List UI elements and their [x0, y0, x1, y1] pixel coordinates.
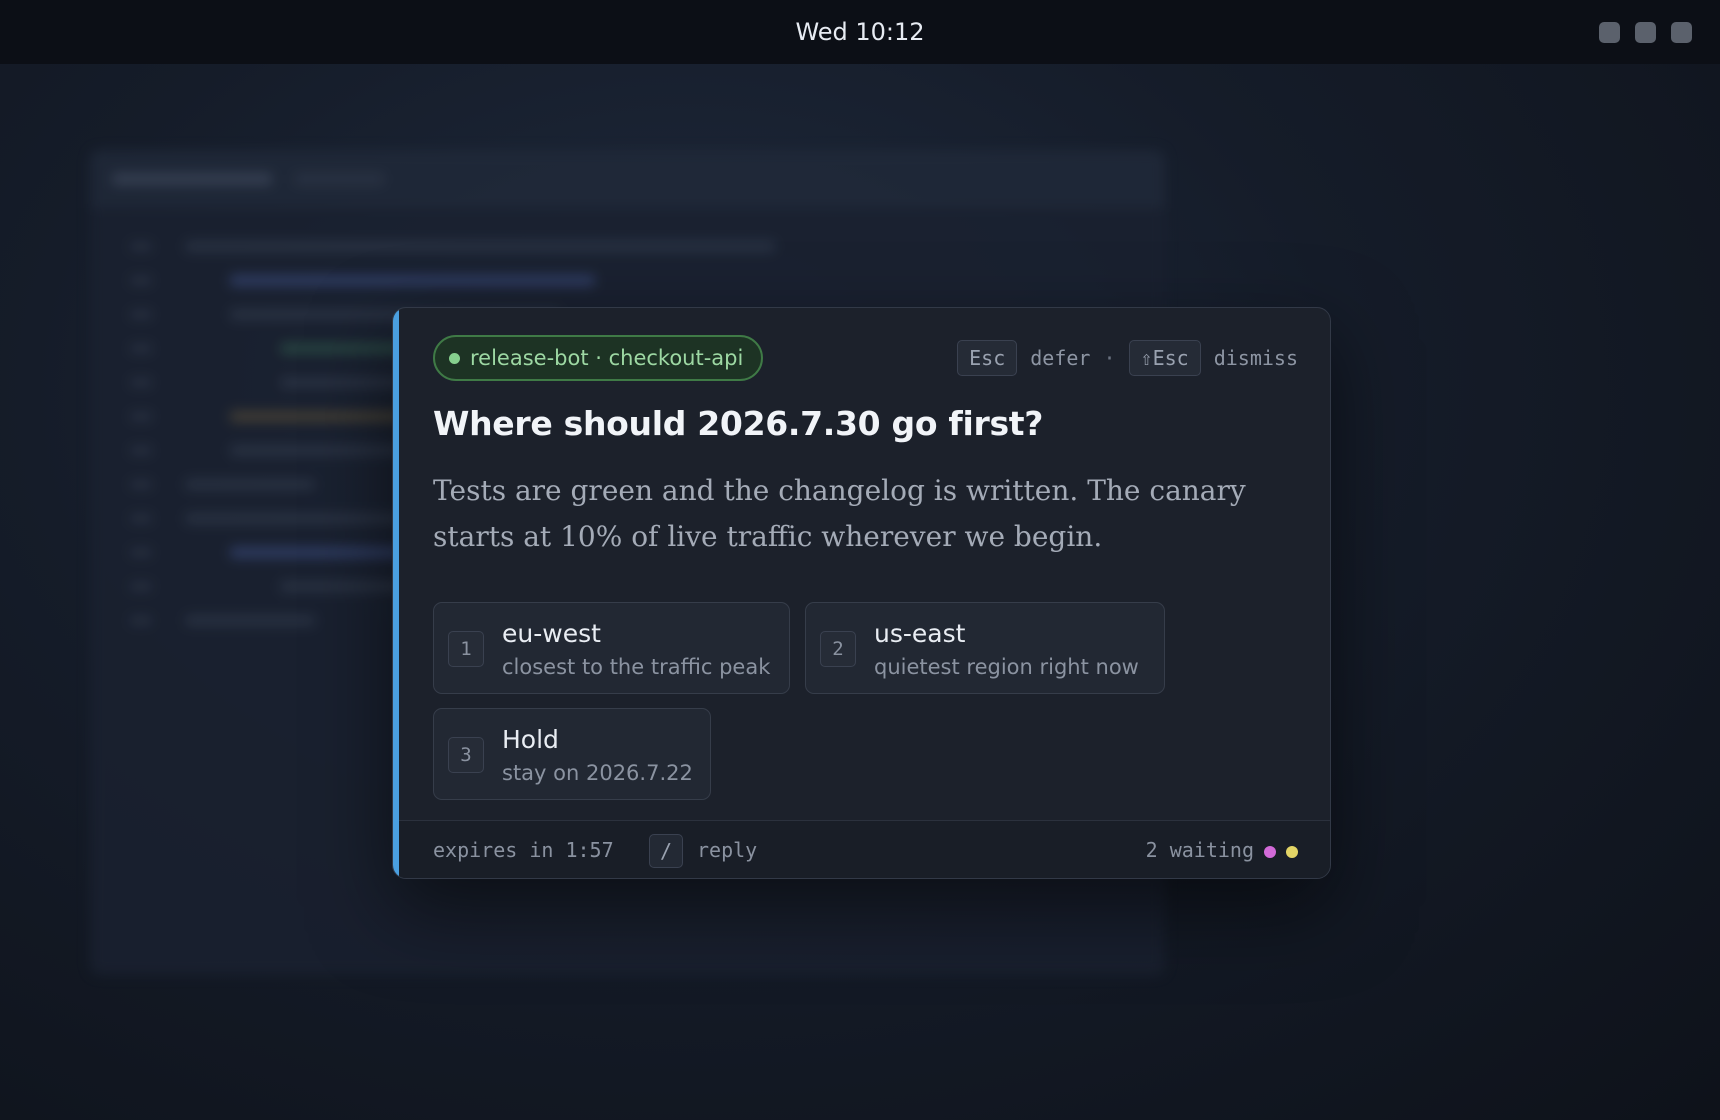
option-key: 2	[820, 631, 856, 667]
defer-label[interactable]: defer	[1030, 346, 1090, 370]
top-bar: Wed 10:12	[0, 0, 1720, 64]
question-dialog: release-bot · checkout-api Esc defer · ⇧…	[392, 307, 1331, 879]
source-label: release-bot · checkout-api	[470, 346, 744, 370]
reply-label[interactable]: reply	[697, 838, 757, 862]
desktop: Wed 10:12 release-bot · checkout-api Esc…	[0, 0, 1720, 1120]
status-dot-icon	[449, 352, 460, 364]
option-key: 1	[448, 631, 484, 667]
expiry-countdown: expires in 1:57	[433, 838, 614, 862]
waiting-dot-icon	[1286, 846, 1298, 858]
tray-icon[interactable]	[1671, 22, 1692, 43]
dialog-title: Where should 2026.7.30 go first?	[433, 404, 1044, 443]
background-window-header	[90, 150, 1165, 208]
option-description: quietest region right now	[874, 655, 1139, 679]
tray-icon[interactable]	[1599, 22, 1620, 43]
dialog-footer: expires in 1:57 / reply 2 waiting	[399, 820, 1330, 878]
tray-icon[interactable]	[1635, 22, 1656, 43]
waiting-count: 2 waiting	[1145, 838, 1254, 862]
option-label: Hold	[502, 725, 559, 754]
option-key: 3	[448, 737, 484, 773]
option-label: eu-west	[502, 619, 601, 648]
shortcut-hints: Esc defer · ⇧Esc dismiss	[957, 340, 1298, 376]
dialog-body: Tests are green and the changelog is wri…	[433, 474, 1246, 553]
option-description: stay on 2026.7.22	[502, 761, 693, 785]
clock[interactable]: Wed 10:12	[795, 18, 924, 46]
reply-key[interactable]: /	[649, 834, 683, 868]
option-hold[interactable]: 3 Hold stay on 2026.7.22	[433, 708, 711, 800]
option-us-east[interactable]: 2 us-east quietest region right now	[805, 602, 1165, 694]
system-tray	[1599, 22, 1692, 43]
dismiss-key[interactable]: ⇧Esc	[1128, 340, 1201, 376]
defer-key[interactable]: Esc	[957, 340, 1018, 376]
separator: ·	[1103, 346, 1116, 370]
dismiss-label[interactable]: dismiss	[1214, 346, 1298, 370]
accent-bar	[393, 308, 399, 878]
waiting-dot-icon	[1264, 846, 1276, 858]
option-label: us-east	[874, 619, 966, 648]
waiting-queue[interactable]: 2 waiting	[1146, 838, 1298, 862]
option-description: closest to the traffic peak	[502, 655, 771, 679]
source-badge: release-bot · checkout-api	[433, 335, 764, 381]
option-eu-west[interactable]: 1 eu-west closest to the traffic peak	[433, 602, 790, 694]
